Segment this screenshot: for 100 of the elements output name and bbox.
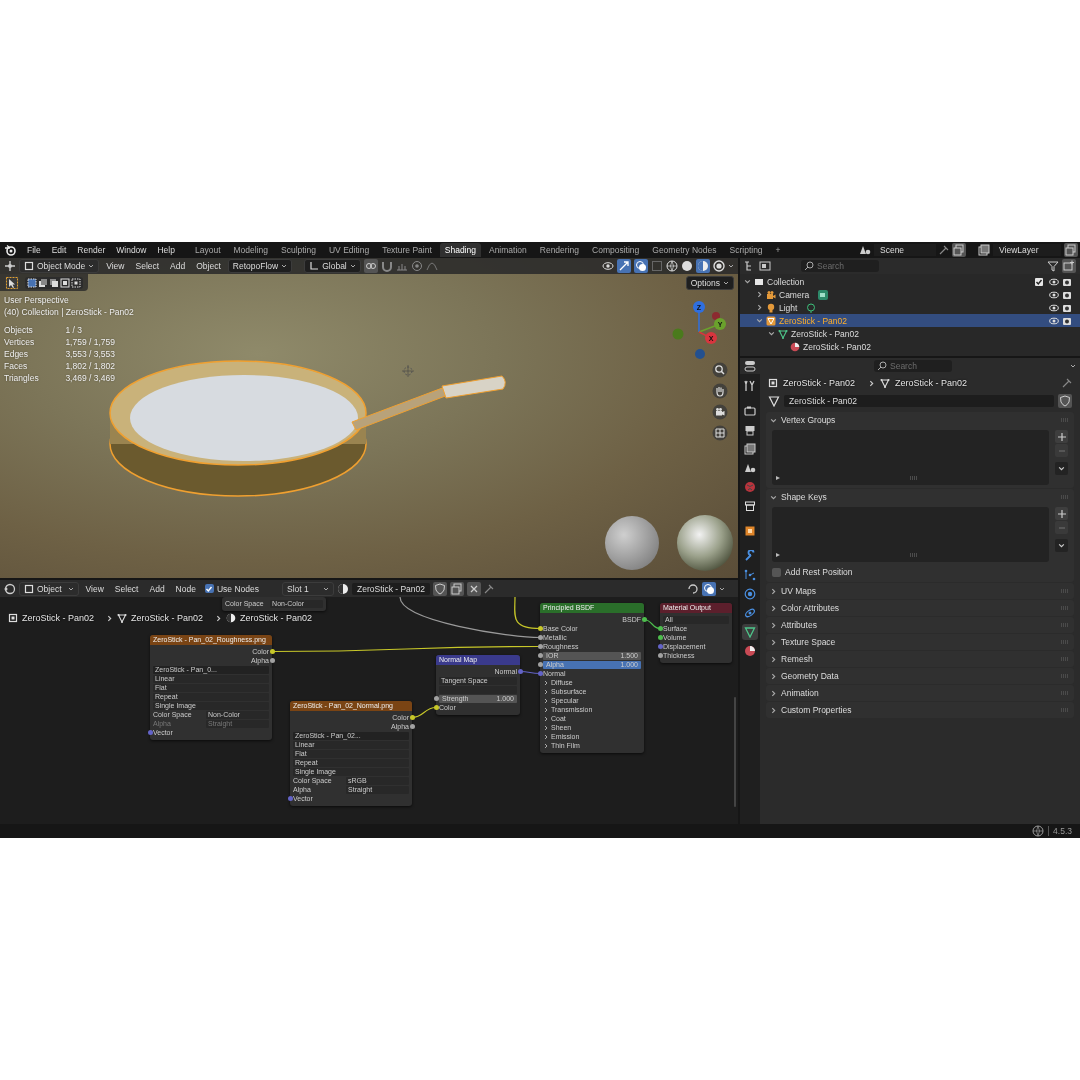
select-extend-icon[interactable] <box>38 277 48 288</box>
menu-item[interactable]: Node <box>171 583 200 594</box>
socket-dot[interactable] <box>433 705 439 710</box>
socket-dot[interactable] <box>537 635 543 640</box>
socket-dot[interactable] <box>537 626 543 631</box>
select-tool-icon[interactable] <box>5 275 19 290</box>
eye-icon[interactable] <box>1049 302 1059 313</box>
eye-icon[interactable] <box>1049 289 1059 300</box>
editor-type-icon[interactable] <box>4 260 16 272</box>
proportional-edit-icon[interactable] <box>410 260 423 272</box>
wireframe-shading-icon[interactable] <box>666 260 678 272</box>
solid-shading-icon[interactable] <box>681 260 693 272</box>
new-collection-icon[interactable] <box>1062 259 1076 273</box>
app-logo-icon[interactable] <box>4 244 16 256</box>
pivot-icon[interactable] <box>363 259 378 273</box>
addon-dropdown[interactable]: RetopoFlow <box>227 259 293 273</box>
mesh-name-field[interactable]: ZeroStick - Pan02 <box>784 395 1054 407</box>
add-button[interactable] <box>1055 507 1068 520</box>
checkbox[interactable] <box>1035 277 1043 286</box>
breadcrumb[interactable]: ZeroStick - Pan02 <box>22 613 103 623</box>
panel-header[interactable]: Attributes <box>766 617 1074 633</box>
outliner-row[interactable]: Camera <box>740 288 1080 301</box>
pin-icon[interactable] <box>939 245 949 255</box>
menu-item[interactable]: Object <box>192 261 225 271</box>
panel-header[interactable]: Shape Keys <box>766 489 1074 505</box>
duplicate-icon[interactable] <box>450 581 465 596</box>
editor-type-icon[interactable] <box>4 582 16 595</box>
camera-render-icon[interactable] <box>1062 289 1072 300</box>
falloff-curve-icon[interactable] <box>425 260 438 272</box>
overlays-toggle-icon[interactable] <box>634 259 648 273</box>
socket-dot[interactable] <box>537 662 543 667</box>
outliner-row[interactable]: ZeroStick - Pan02 <box>740 327 1080 340</box>
socket-dot[interactable] <box>657 653 663 658</box>
camera-render-icon[interactable] <box>1062 315 1072 326</box>
close-icon[interactable] <box>467 581 482 596</box>
use-nodes-checkbox[interactable]: Use Nodes <box>202 583 261 594</box>
outliner-row[interactable]: Light <box>740 301 1080 314</box>
select-subtract-icon[interactable] <box>49 277 59 288</box>
panel-header[interactable]: Geometry Data <box>766 668 1074 684</box>
chevron-down-icon[interactable] <box>744 278 751 285</box>
resize-grip-icon[interactable] <box>908 476 919 480</box>
panel-header[interactable]: Remesh <box>766 651 1074 667</box>
camera-icon[interactable] <box>712 404 728 420</box>
scene-selector[interactable]: Scene <box>874 244 936 256</box>
socket-dot[interactable] <box>537 644 543 649</box>
mode-dropdown[interactable]: Object Mode <box>19 259 100 273</box>
workspace-tab[interactable]: Layout <box>189 243 226 257</box>
scene-icon[interactable] <box>859 244 871 256</box>
menu-item[interactable]: Edit <box>47 245 71 255</box>
workspace-tab[interactable]: Geometry Nodes <box>647 243 722 257</box>
camera-render-icon[interactable] <box>1062 302 1072 313</box>
material-name-field[interactable]: ZeroStick - Pan02 <box>352 582 431 595</box>
add-button[interactable] <box>1055 430 1068 443</box>
resize-grip-icon[interactable] <box>908 553 919 557</box>
pin-icon[interactable] <box>1062 378 1072 388</box>
outliner-row[interactable]: ZeroStick - Pan02 <box>740 314 1080 327</box>
menu-item[interactable]: Window <box>112 245 151 255</box>
scrollbar[interactable] <box>734 697 736 807</box>
pin-icon[interactable] <box>484 583 495 594</box>
shield-icon[interactable] <box>1058 394 1072 408</box>
panel-header[interactable]: Texture Space <box>766 634 1074 650</box>
chevron-right-icon[interactable] <box>756 291 763 298</box>
socket-dot[interactable] <box>537 671 543 676</box>
menu-item[interactable]: Select <box>110 583 143 594</box>
socket-dot[interactable] <box>537 653 543 658</box>
socket-dot[interactable] <box>657 635 663 640</box>
display-mode-icon[interactable] <box>759 260 771 272</box>
filter-icon[interactable] <box>1047 260 1059 272</box>
uv-map-field[interactable] <box>439 685 517 694</box>
image-stack-icon[interactable] <box>978 244 990 256</box>
grid-icon[interactable] <box>712 425 728 441</box>
chevron-down-icon[interactable] <box>756 317 763 324</box>
breadcrumb[interactable]: ZeroStick - Pan02 <box>783 378 864 388</box>
checkbox[interactable]: Add Rest Position <box>766 565 859 582</box>
socket-dot[interactable] <box>657 626 663 631</box>
overlays-toggle-icon[interactable] <box>702 581 716 596</box>
socket-dot[interactable] <box>433 696 439 701</box>
menu-item[interactable]: View <box>102 261 129 271</box>
object-type-dropdown[interactable]: Object <box>19 581 79 596</box>
menu-item[interactable]: Add <box>166 261 190 271</box>
workspace-tab[interactable]: Rendering <box>534 243 584 257</box>
panel-header[interactable]: Animation <box>766 685 1074 701</box>
socket-dot[interactable] <box>409 715 415 720</box>
panel-header[interactable]: UV Maps <box>766 583 1074 599</box>
socket-dot[interactable] <box>147 730 153 735</box>
panel-header[interactable]: Color Attributes <box>766 600 1074 616</box>
menu-item[interactable]: Select <box>131 261 164 271</box>
menu-item[interactable]: File <box>23 245 45 255</box>
select-intersect-icon[interactable] <box>71 277 81 288</box>
socket-dot[interactable] <box>409 724 415 729</box>
workspace-tab[interactable]: Shading <box>439 243 481 257</box>
menu-item[interactable]: Render <box>73 245 110 255</box>
editor-type-icon[interactable] <box>744 360 756 372</box>
mesh-triangle-icon[interactable] <box>768 395 780 407</box>
socket-dot[interactable] <box>641 617 647 622</box>
select-invert-icon[interactable] <box>60 277 70 288</box>
slot-dropdown[interactable]: Slot 1 <box>282 581 334 596</box>
socket-dot[interactable] <box>269 649 275 654</box>
magnet-icon[interactable] <box>380 260 393 272</box>
rendered-shading-icon[interactable] <box>713 260 725 272</box>
